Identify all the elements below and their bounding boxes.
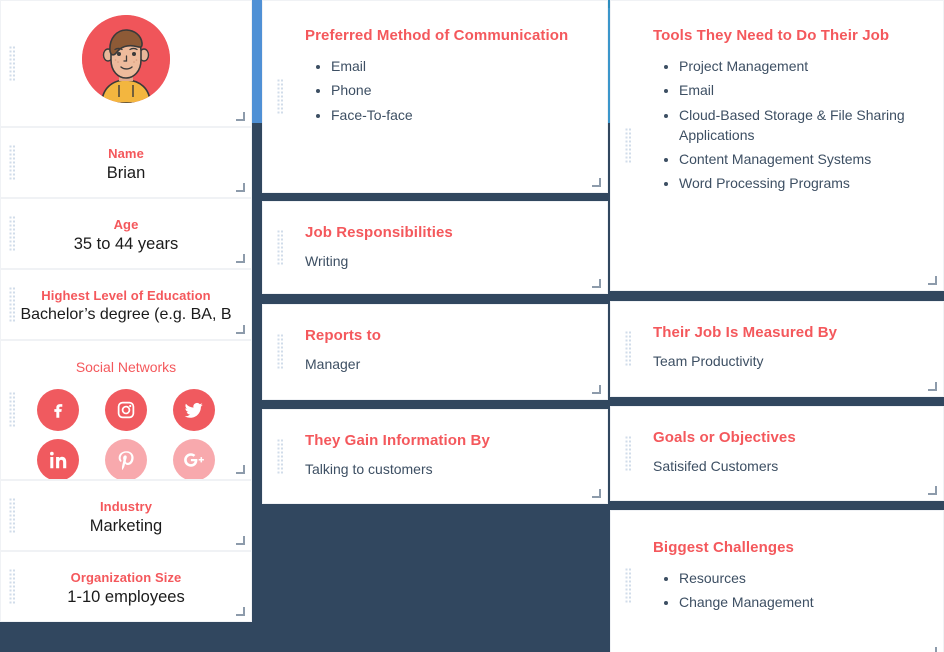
- resize-handle-icon[interactable]: [236, 254, 245, 263]
- drag-handle-icon[interactable]: [277, 334, 284, 370]
- right-column: Tools They Need to Do Their Job Project …: [610, 0, 944, 652]
- field-label: Name: [108, 146, 144, 161]
- column-accent-bar-left: [252, 0, 262, 123]
- instagram-icon[interactable]: [105, 389, 147, 431]
- card-title: Their Job Is Measured By: [653, 324, 838, 341]
- resize-handle-icon[interactable]: [928, 382, 937, 391]
- field-value: 35 to 44 years: [73, 235, 179, 253]
- person-avatar-illustration-icon: [82, 15, 170, 103]
- card-biggest-challenges[interactable]: Biggest Challenges Resources Change Mana…: [610, 510, 944, 652]
- resize-handle-icon[interactable]: [236, 325, 245, 334]
- card-title: Tools They Need to Do Their Job: [653, 27, 890, 44]
- drag-handle-icon[interactable]: [9, 144, 16, 181]
- avatar: [1, 1, 251, 113]
- card-their-job-is-measured-by[interactable]: Their Job Is Measured By Team Productivi…: [610, 301, 944, 397]
- list-item: Resources: [679, 568, 943, 588]
- left-column: Name Brian Age 35 to 44 years Highest Le…: [0, 0, 252, 622]
- card-title: Goals or Objectives: [653, 429, 796, 446]
- facebook-icon[interactable]: [37, 389, 79, 431]
- resize-handle-icon[interactable]: [236, 112, 245, 121]
- card-value: Talking to customers: [305, 461, 433, 477]
- field-label: Organization Size: [70, 570, 182, 585]
- drag-handle-icon[interactable]: [625, 435, 632, 472]
- resize-handle-icon[interactable]: [928, 486, 937, 495]
- card-list: Email Phone Face-To-face: [331, 56, 607, 125]
- card-title: Job Responsibilities: [305, 224, 453, 241]
- field-card-name[interactable]: Name Brian: [0, 127, 252, 198]
- resize-handle-icon[interactable]: [236, 536, 245, 545]
- card-value: Team Productivity: [653, 353, 764, 369]
- drag-handle-icon[interactable]: [625, 127, 632, 164]
- avatar-card[interactable]: [0, 0, 252, 127]
- card-title: They Gain Information By: [305, 432, 490, 449]
- persona-board: Name Brian Age 35 to 44 years Highest Le…: [0, 0, 944, 652]
- list-item: Content Management Systems: [679, 149, 923, 169]
- drag-handle-icon[interactable]: [9, 392, 16, 428]
- drag-handle-icon[interactable]: [625, 331, 632, 367]
- drag-handle-icon[interactable]: [277, 229, 284, 266]
- field-card-education[interactable]: Highest Level of Education Bachelor’s de…: [0, 269, 252, 340]
- field-value: Bachelor’s degree (e.g. BA, B: [20, 306, 232, 323]
- resize-handle-icon[interactable]: [592, 489, 601, 498]
- list-item: Face-To-face: [331, 105, 607, 125]
- field-label: Industry: [99, 499, 153, 514]
- resize-handle-icon[interactable]: [592, 178, 601, 187]
- card-title: Preferred Method of Communication: [305, 27, 569, 44]
- social-networks-title: Social Networks: [75, 359, 177, 375]
- twitter-icon[interactable]: [173, 389, 215, 431]
- card-list: Resources Change Management: [679, 568, 943, 613]
- drag-handle-icon[interactable]: [9, 568, 16, 605]
- resize-handle-icon[interactable]: [592, 385, 601, 394]
- resize-handle-icon[interactable]: [236, 465, 245, 474]
- field-label: Age: [113, 217, 139, 232]
- field-card-industry[interactable]: Industry Marketing: [0, 480, 252, 551]
- field-value: 1-10 employees: [67, 588, 185, 606]
- field-value: Brian: [106, 164, 146, 182]
- drag-handle-icon[interactable]: [625, 568, 632, 604]
- linkedin-icon[interactable]: [37, 439, 79, 479]
- resize-handle-icon[interactable]: [592, 279, 601, 288]
- card-preferred-method-of-communication[interactable]: Preferred Method of Communication Email …: [262, 0, 608, 193]
- card-title: Biggest Challenges: [653, 539, 794, 556]
- list-item: Change Management: [679, 592, 943, 612]
- field-value: Marketing: [89, 517, 163, 535]
- field-card-age[interactable]: Age 35 to 44 years: [0, 198, 252, 269]
- social-networks-card[interactable]: Social Networks: [0, 340, 252, 480]
- google-plus-icon[interactable]: [173, 439, 215, 479]
- card-goals-or-objectives[interactable]: Goals or Objectives Satisifed Customers: [610, 406, 944, 501]
- card-reports-to[interactable]: Reports to Manager: [262, 304, 608, 400]
- card-tools-they-need[interactable]: Tools They Need to Do Their Job Project …: [610, 0, 944, 291]
- resize-handle-icon[interactable]: [236, 183, 245, 192]
- card-title: Reports to: [305, 327, 381, 344]
- card-list: Project Management Email Cloud-Based Sto…: [679, 56, 923, 194]
- field-card-organization-size[interactable]: Organization Size 1-10 employees: [0, 551, 252, 622]
- drag-handle-icon[interactable]: [277, 438, 284, 475]
- list-item: Word Processing Programs: [679, 173, 923, 193]
- resize-handle-icon[interactable]: [928, 276, 937, 285]
- drag-handle-icon[interactable]: [9, 215, 16, 252]
- resize-handle-icon[interactable]: [236, 607, 245, 616]
- card-job-responsibilities[interactable]: Job Responsibilities Writing: [262, 201, 608, 294]
- pinterest-icon[interactable]: [105, 439, 147, 479]
- field-label: Highest Level of Education: [41, 288, 211, 303]
- middle-column: Preferred Method of Communication Email …: [262, 0, 608, 504]
- card-they-gain-information-by[interactable]: They Gain Information By Talking to cust…: [262, 409, 608, 504]
- list-item: Cloud-Based Storage & File Sharing Appli…: [679, 105, 923, 146]
- drag-handle-icon[interactable]: [9, 286, 16, 323]
- social-networks-grid: [1, 389, 251, 479]
- card-value: Satisifed Customers: [653, 458, 779, 474]
- drag-handle-icon[interactable]: [277, 78, 284, 115]
- list-item: Email: [331, 56, 607, 76]
- drag-handle-icon[interactable]: [9, 45, 16, 82]
- drag-handle-icon[interactable]: [9, 497, 16, 534]
- card-value: Writing: [305, 253, 349, 269]
- resize-handle-icon[interactable]: [928, 647, 937, 652]
- list-item: Email: [679, 80, 923, 100]
- list-item: Project Management: [679, 56, 923, 76]
- card-value: Manager: [305, 356, 361, 372]
- list-item: Phone: [331, 80, 607, 100]
